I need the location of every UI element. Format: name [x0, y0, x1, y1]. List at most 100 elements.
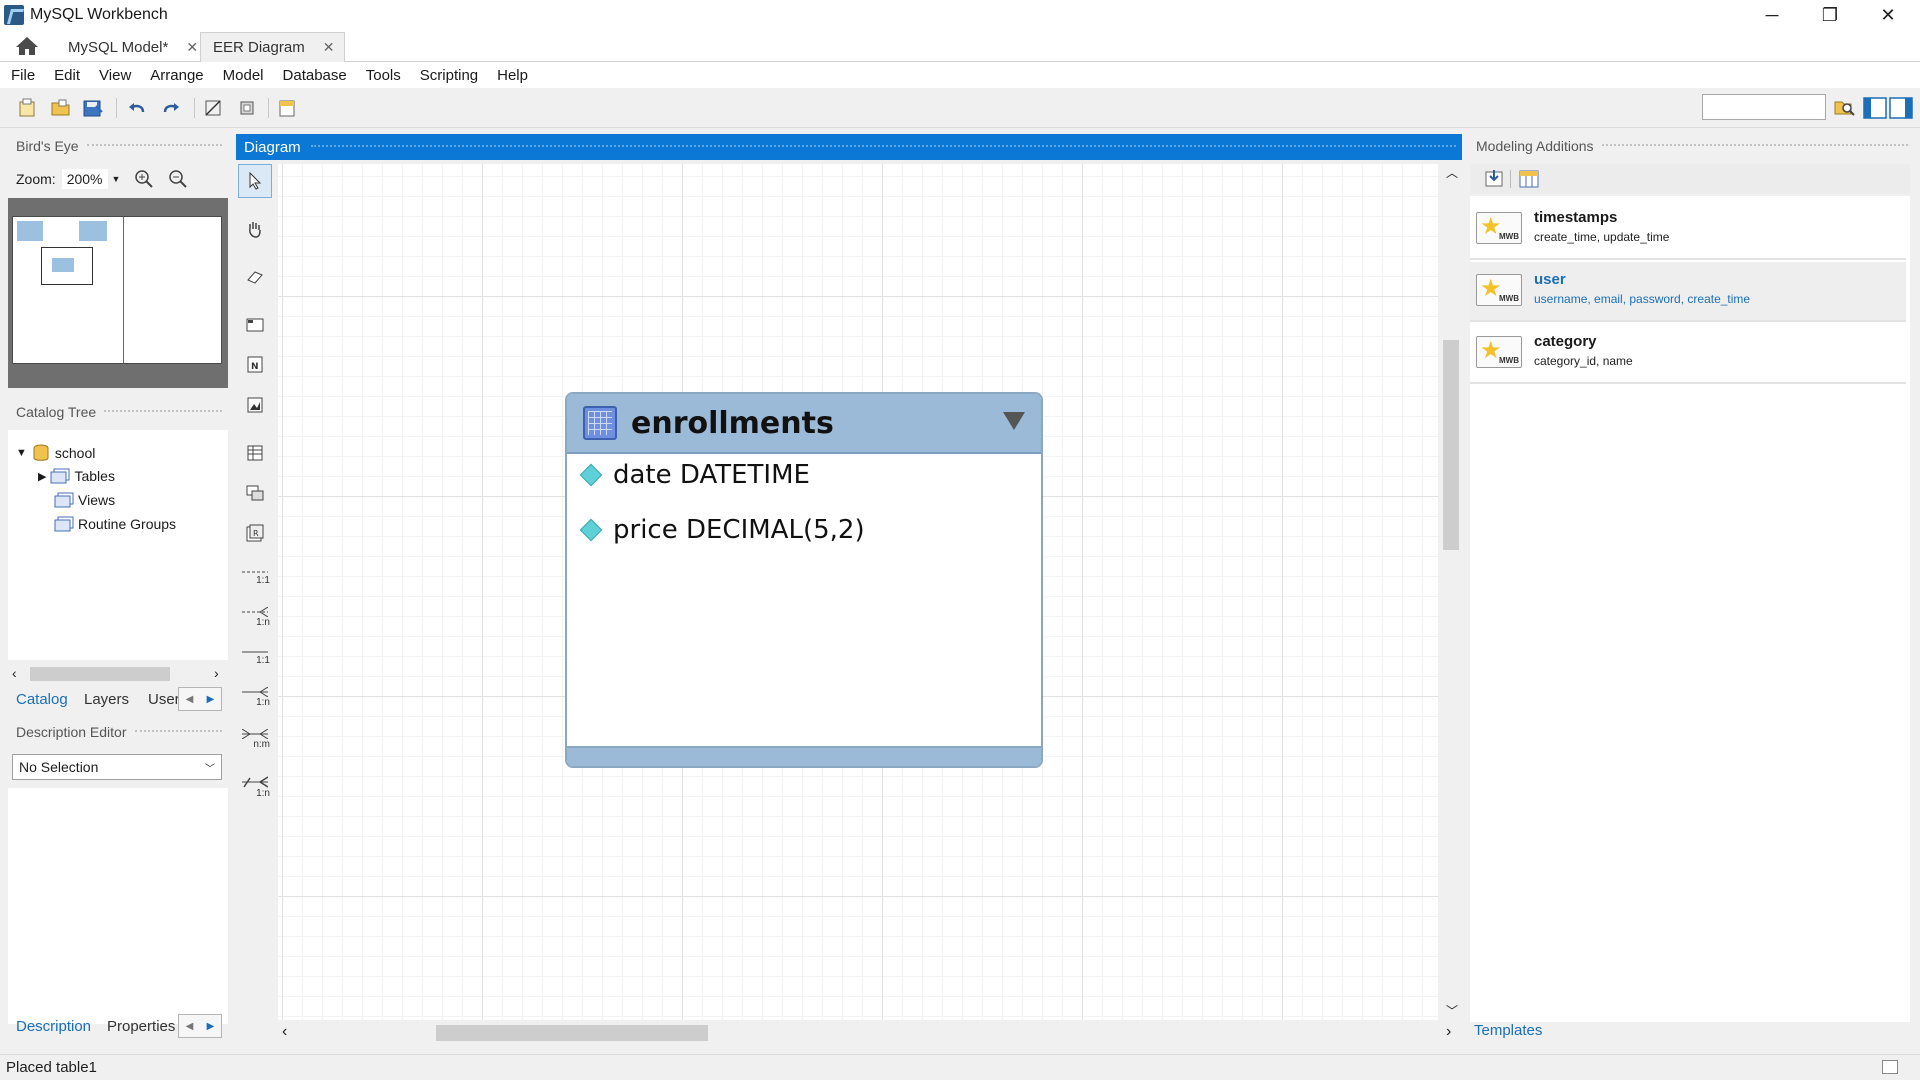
hand-tool[interactable] [238, 212, 272, 246]
entity-table-enrollments[interactable]: enrollments date DATETIME price DECIMAL(… [565, 392, 1043, 768]
open-model-button[interactable] [48, 95, 74, 121]
snippet-table-button[interactable] [1518, 168, 1540, 194]
menu-help[interactable]: Help [490, 67, 536, 84]
birds-eye-overview[interactable] [8, 198, 228, 388]
chevron-down-icon[interactable]: ▼ [112, 174, 121, 184]
toggle-secondary-sidebar-button[interactable] [1888, 95, 1914, 121]
tab-scroll-arrows[interactable]: ◀ ▶ [178, 687, 222, 711]
snippet-item-category[interactable]: ★ MWB category category_id, name [1470, 324, 1906, 384]
image-tool[interactable] [238, 388, 272, 422]
zoom-out-icon[interactable] [168, 169, 188, 189]
tab-user-types[interactable]: User [148, 691, 182, 708]
arrow-left-icon[interactable]: ◀ [186, 694, 194, 705]
entity-column[interactable]: price DECIMAL(5,2) [577, 515, 865, 545]
expand-triangle-icon[interactable]: ▶ [38, 470, 46, 483]
scroll-thumb[interactable] [30, 667, 170, 681]
collapse-triangle-icon[interactable]: ▼ [16, 447, 27, 459]
menu-arrange[interactable]: Arrange [143, 67, 211, 84]
tab-templates[interactable]: Templates [1474, 1022, 1542, 1039]
diagram-vertical-scrollbar[interactable]: ︿ ﹀ [1440, 164, 1462, 1020]
scroll-up-icon[interactable]: ︿ [1446, 164, 1458, 181]
menu-scripting[interactable]: Scripting [413, 67, 486, 84]
relationship-n-m-tool[interactable]: n:m [238, 722, 272, 756]
snippet-columns: category_id, name [1534, 354, 1633, 368]
tree-node-views[interactable]: Views [54, 492, 115, 508]
add-snippet-button[interactable] [1484, 168, 1506, 194]
toggle-grid-button[interactable] [200, 95, 226, 121]
minimap-viewport[interactable] [41, 247, 93, 285]
table-tool[interactable] [238, 436, 272, 470]
tab-properties[interactable]: Properties [107, 1018, 175, 1035]
relationship-1-n-identifying-tool[interactable]: 1:n [238, 680, 272, 714]
undo-button[interactable] [124, 95, 150, 121]
tab-close-icon[interactable]: ✕ [323, 39, 335, 56]
tab-label: EER Diagram [213, 39, 305, 56]
scroll-thumb[interactable] [1443, 340, 1459, 550]
redo-button[interactable] [158, 95, 184, 121]
tab-scroll-arrows[interactable]: ◀ ▶ [178, 1014, 222, 1038]
layer-tool[interactable] [238, 308, 272, 342]
relationship-1-1-non-identifying-tool[interactable]: 1:1 [238, 560, 272, 594]
menu-view[interactable]: View [92, 67, 139, 84]
arrow-left-icon[interactable]: ◀ [186, 1021, 194, 1032]
output-panel-icon[interactable] [1882, 1060, 1898, 1074]
diagram-horizontal-scrollbar[interactable]: ‹ › [278, 1022, 1462, 1044]
scroll-right-icon[interactable]: › [1446, 1023, 1451, 1041]
snippet-item-timestamps[interactable]: ★ MWB timestamps create_time, update_time [1470, 200, 1906, 260]
tree-node-routine-groups[interactable]: Routine Groups [54, 516, 176, 532]
diagram-tool-palette: N R 1:1 1:n 1:1 1:n n:m 1:n [234, 160, 276, 1042]
note-tool[interactable]: N [238, 348, 272, 382]
export-button[interactable] [274, 95, 300, 121]
scroll-down-icon[interactable]: ﹀ [1446, 1002, 1458, 1019]
search-input[interactable] [1702, 94, 1826, 120]
snippet-item-user[interactable]: ★ MWB user username, email, password, cre… [1470, 262, 1906, 322]
scroll-right-icon[interactable]: › [214, 665, 219, 681]
entity-title: enrollments [631, 405, 834, 441]
diagram-canvas[interactable]: enrollments date DATETIME price DECIMAL(… [278, 164, 1438, 1020]
relationship-1-1-identifying-tool[interactable]: 1:1 [238, 640, 272, 674]
tab-layers[interactable]: Layers [84, 691, 129, 708]
scroll-left-icon[interactable]: ‹ [282, 1023, 287, 1041]
menu-file[interactable]: File [4, 67, 43, 84]
menu-model[interactable]: Model [216, 67, 272, 84]
entity-column[interactable]: date DATETIME [577, 460, 810, 490]
close-window-button[interactable]: ✕ [1859, 0, 1917, 30]
eraser-tool[interactable] [238, 260, 272, 294]
tree-node-school[interactable]: ▼ school [16, 444, 95, 462]
toggle-sidebar-button[interactable] [1862, 95, 1888, 121]
search-button[interactable] [1832, 95, 1858, 121]
new-model-button[interactable] [14, 95, 40, 121]
tab-close-icon[interactable]: ✕ [186, 39, 198, 56]
menu-edit[interactable]: Edit [47, 67, 88, 84]
zoom-select[interactable]: 200% [61, 169, 108, 189]
tree-node-tables[interactable]: ▶ Tables [38, 468, 115, 484]
arrow-right-icon[interactable]: ▶ [207, 694, 215, 705]
maximize-button[interactable]: ❐ [1801, 0, 1859, 30]
toggle-page-button[interactable] [234, 95, 260, 121]
menu-tools[interactable]: Tools [359, 67, 409, 84]
scroll-thumb[interactable] [436, 1025, 708, 1041]
catalog-tree-header: Catalog Tree [6, 400, 228, 424]
description-object-select[interactable]: No Selection ﹀ [12, 754, 222, 780]
menu-database[interactable]: Database [276, 67, 355, 84]
mysql-workbench-logo-icon [4, 5, 24, 25]
tab-eer-diagram[interactable]: EER Diagram ✕ [200, 32, 346, 62]
tab-catalog[interactable]: Catalog [16, 691, 68, 708]
minimize-button[interactable]: ─ [1743, 0, 1801, 30]
tab-mysql-model[interactable]: MySQL Model* ✕ [56, 32, 208, 62]
catalog-horizontal-scrollbar[interactable]: ‹ › [8, 664, 228, 684]
scroll-left-icon[interactable]: ‹ [12, 665, 17, 681]
relationship-1-n-non-identifying-tool[interactable]: 1:n [238, 600, 272, 634]
relationship-existing-columns-tool[interactable]: 1:n [238, 770, 272, 804]
zoom-in-icon[interactable] [134, 169, 154, 189]
routine-group-tool[interactable]: R [238, 516, 272, 550]
collapse-triangle-icon[interactable] [1003, 412, 1025, 430]
home-tab[interactable] [8, 32, 46, 60]
save-model-button[interactable] [80, 95, 106, 121]
select-tool[interactable] [238, 164, 272, 198]
description-textarea[interactable] [8, 788, 228, 1024]
entity-header[interactable]: enrollments [567, 394, 1041, 454]
view-tool[interactable] [238, 476, 272, 510]
arrow-right-icon[interactable]: ▶ [207, 1021, 215, 1032]
tab-description[interactable]: Description [16, 1018, 91, 1035]
